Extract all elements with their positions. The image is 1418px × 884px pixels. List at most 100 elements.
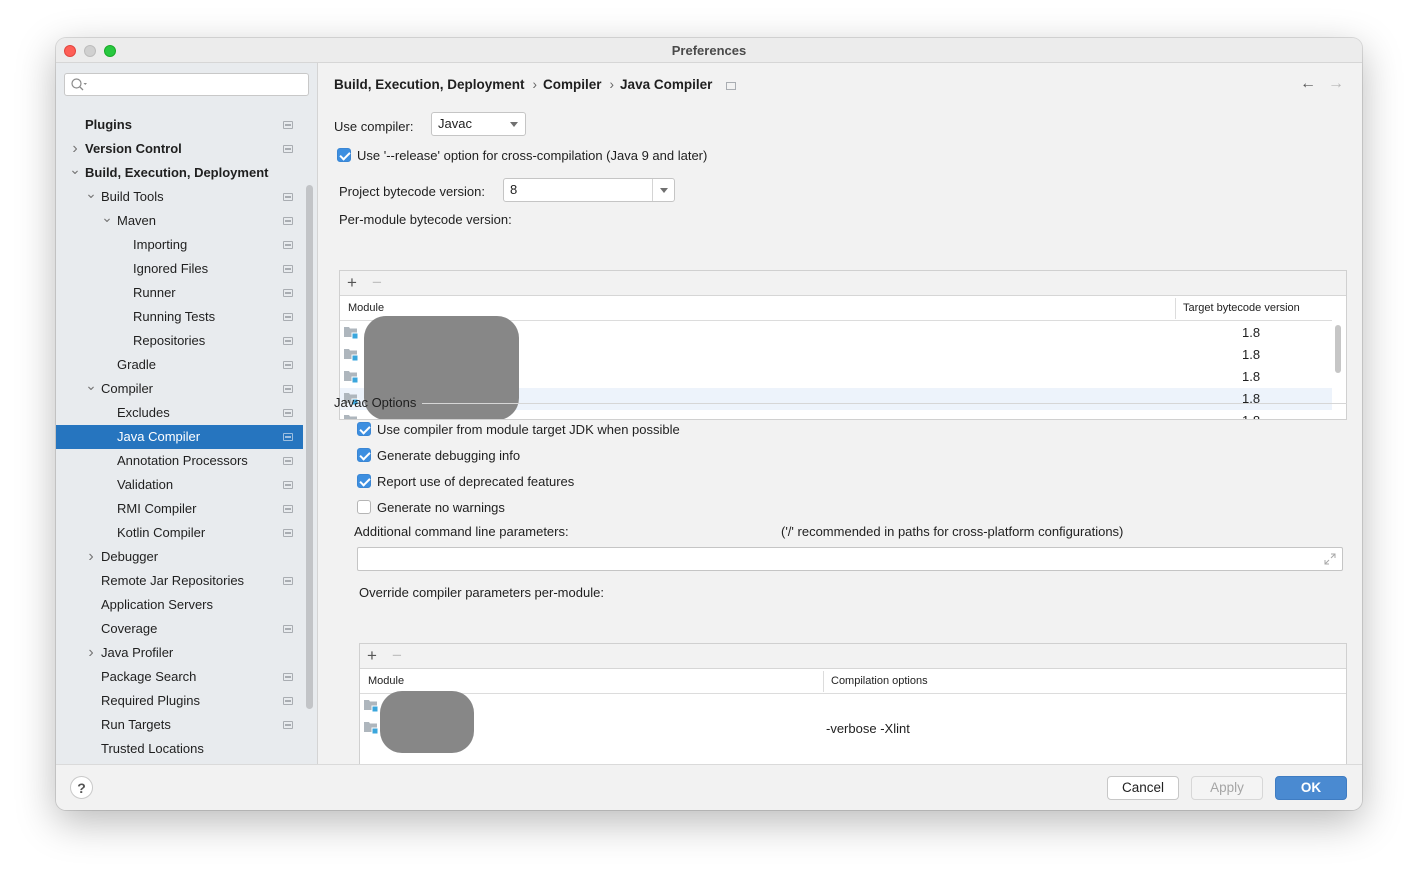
settings-sidebar: Plugins › Version Control ⌄ Build, Execution… — [56, 63, 318, 764]
minimize-window-button[interactable] — [84, 45, 96, 57]
sidebar-item[interactable]: Validation — [56, 473, 303, 497]
help-button[interactable]: ? — [70, 776, 93, 799]
table-row[interactable] — [360, 696, 1346, 718]
table-row[interactable]: -verbose -Xlint — [360, 718, 1346, 740]
javac-option-label[interactable]: Generate no warnings — [377, 500, 505, 515]
back-arrow-icon[interactable]: ← — [1300, 75, 1316, 93]
javac-option-checkbox[interactable] — [357, 474, 371, 488]
sidebar-item-label: Excludes — [117, 405, 170, 420]
target-version-cell[interactable]: 1.8 — [1242, 344, 1260, 366]
javac-option-label[interactable]: Generate debugging info — [377, 448, 520, 463]
javac-option-checkbox[interactable] — [357, 500, 371, 514]
javac-option-checkbox[interactable] — [357, 422, 371, 436]
breadcrumb-item[interactable]: Compiler — [543, 77, 602, 92]
sidebar-item[interactable]: Plugins — [56, 113, 303, 137]
project-scope-icon — [283, 217, 293, 225]
project-bytecode-combobox[interactable]: 8 — [503, 178, 675, 202]
project-scope-icon — [283, 409, 293, 417]
target-version-cell[interactable]: 1.8 — [1242, 410, 1260, 419]
sidebar-item[interactable]: Java Compiler — [56, 425, 303, 449]
per-module-bytecode-table: + − Module Target bytecode version 1.8 1.… — [339, 270, 1347, 420]
sidebar-item[interactable]: Annotation Processors — [56, 449, 303, 473]
apply-button[interactable]: Apply — [1191, 776, 1263, 800]
chevron-right-icon[interactable]: › — [85, 545, 97, 569]
module-folder-icon — [344, 349, 359, 362]
sidebar-item-label: Plugins — [85, 117, 132, 132]
sidebar-item[interactable]: Repositories — [56, 329, 303, 353]
sidebar-item[interactable]: Importing — [56, 233, 303, 257]
sidebar-item-label: Debugger — [101, 549, 159, 564]
sidebar-item-label: Validation — [117, 477, 174, 492]
project-scope-icon — [283, 721, 293, 729]
table-toolbar: + − — [360, 644, 1346, 669]
sidebar-item[interactable]: Kotlin Compiler — [56, 521, 303, 545]
expand-icon[interactable] — [1324, 553, 1336, 565]
javac-option-label[interactable]: Use compiler from module target JDK when… — [377, 422, 680, 437]
release-option-checkbox[interactable] — [337, 148, 351, 162]
chevron-down-icon[interactable]: ⌄ — [85, 377, 97, 401]
close-window-button[interactable] — [64, 45, 76, 57]
project-scope-icon — [283, 529, 293, 537]
sidebar-item[interactable]: Runner — [56, 281, 303, 305]
remove-icon[interactable]: − — [372, 273, 382, 293]
target-version-cell[interactable]: 1.8 — [1242, 322, 1260, 344]
target-version-cell[interactable]: 1.8 — [1242, 366, 1260, 388]
breadcrumb-item: Java Compiler — [620, 77, 713, 92]
sidebar-item[interactable]: ⌄ Build Tools — [56, 185, 303, 209]
column-divider — [823, 671, 824, 692]
sidebar-item[interactable]: › Java Profiler — [56, 641, 303, 665]
additional-params-hint: ('/' recommended in paths for cross-plat… — [781, 524, 1124, 539]
column-header-compilation-options[interactable]: Compilation options — [831, 669, 1231, 694]
sidebar-item[interactable]: Trusted Locations — [56, 737, 303, 761]
target-version-cell[interactable]: 1.8 — [1242, 388, 1260, 410]
project-scope-icon — [283, 385, 293, 393]
sidebar-item-label: Build Tools — [101, 189, 164, 204]
chevron-right-icon[interactable]: › — [69, 137, 81, 161]
sidebar-item[interactable]: Run Targets — [56, 713, 303, 737]
sidebar-item[interactable]: Running Tests — [56, 305, 303, 329]
column-header-target-version[interactable]: Target bytecode version — [1183, 296, 1332, 321]
breadcrumb-item[interactable]: Build, Execution, Deployment — [334, 77, 525, 92]
sidebar-item-label: Java Profiler — [101, 645, 174, 660]
sidebar-item[interactable]: Coverage — [56, 617, 303, 641]
zoom-window-button[interactable] — [104, 45, 116, 57]
sidebar-item[interactable]: ⌄ Compiler — [56, 377, 303, 401]
javac-option-label[interactable]: Report use of deprecated features — [377, 474, 574, 489]
sidebar-scrollbar[interactable] — [306, 185, 313, 709]
chevron-down-icon[interactable]: ⌄ — [101, 209, 113, 233]
column-header-label: Target bytecode version — [1183, 302, 1300, 314]
sidebar-item[interactable]: Remote Jar Repositories — [56, 569, 303, 593]
chevron-right-icon[interactable]: › — [85, 641, 97, 665]
sidebar-item[interactable]: › Debugger — [56, 545, 303, 569]
chevron-down-icon[interactable]: ⌄ — [69, 161, 81, 185]
sidebar-item[interactable]: Excludes — [56, 401, 303, 425]
forward-arrow-icon[interactable]: → — [1328, 75, 1344, 93]
javac-option-checkbox[interactable] — [357, 448, 371, 462]
sidebar-item[interactable]: Gradle — [56, 353, 303, 377]
table-scrollbar[interactable] — [1335, 325, 1341, 373]
additional-params-input[interactable] — [357, 547, 1343, 571]
add-icon[interactable]: + — [347, 273, 357, 293]
sidebar-item[interactable]: › Version Control — [56, 137, 303, 161]
override-params-table: + − Module Compilation options -verbose … — [359, 643, 1347, 775]
sidebar-item[interactable]: ⌄ Maven — [56, 209, 303, 233]
cancel-button[interactable]: Cancel — [1107, 776, 1179, 800]
use-compiler-dropdown[interactable]: Javac — [431, 112, 526, 136]
sidebar-item[interactable]: Application Servers — [56, 593, 303, 617]
project-scope-icon — [283, 577, 293, 585]
compilation-options-cell[interactable]: -verbose -Xlint — [826, 718, 910, 740]
remove-icon[interactable]: − — [392, 646, 402, 666]
ok-button[interactable]: OK — [1275, 776, 1347, 800]
project-scope-icon — [283, 313, 293, 321]
project-scope-icon — [283, 145, 293, 153]
sidebar-item[interactable]: ⌄ Build, Execution, Deployment — [56, 161, 303, 185]
sidebar-item[interactable]: Required Plugins — [56, 689, 303, 713]
settings-search-input[interactable] — [64, 73, 309, 96]
sidebar-item[interactable]: Package Search — [56, 665, 303, 689]
release-option-label[interactable]: Use '--release' option for cross-compila… — [357, 148, 707, 163]
sidebar-item[interactable]: RMI Compiler — [56, 497, 303, 521]
sidebar-item[interactable]: Ignored Files — [56, 257, 303, 281]
chevron-down-icon[interactable]: ⌄ — [85, 185, 97, 209]
add-icon[interactable]: + — [367, 646, 377, 666]
column-header-label: Module — [368, 675, 405, 687]
